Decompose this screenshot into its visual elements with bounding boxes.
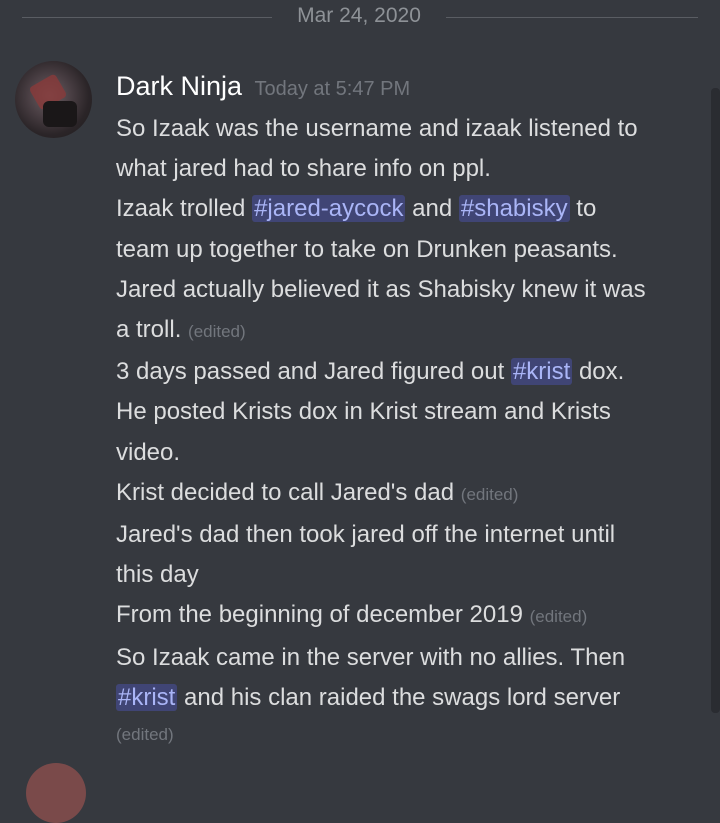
message-line: a troll. (edited) bbox=[116, 316, 246, 344]
message-line: So Izaak was the username and izaak list… bbox=[116, 115, 638, 142]
edited-label: (edited) bbox=[188, 322, 246, 342]
edited-label: (edited) bbox=[460, 484, 519, 504]
message-line: So Izaak came in the server with no alli… bbox=[116, 643, 626, 671]
message-line: #krist and his clan raided the swags lor… bbox=[116, 683, 621, 711]
message-line: video. bbox=[116, 438, 181, 466]
message-line: Jared actually believed it as Shabisky k… bbox=[116, 275, 646, 303]
message-line: team up together to take on Drunken peas… bbox=[116, 235, 618, 263]
scrollbar[interactable] bbox=[711, 88, 720, 713]
message-line: (edited) bbox=[116, 718, 706, 750]
avatar[interactable] bbox=[15, 61, 92, 138]
edited-label: (edited) bbox=[529, 607, 588, 627]
message-timestamp[interactable]: Today at 5:47 PM bbox=[255, 78, 411, 100]
message-line: From the beginning of december 2019 (edi… bbox=[116, 601, 588, 629]
avatar[interactable] bbox=[26, 763, 86, 823]
message-line: Jared's dad then took jared off the inte… bbox=[116, 521, 616, 549]
message-line: Izaak trolled #jared-aycock and #shabisk… bbox=[116, 195, 597, 223]
message-line: what jared had to share info on ppl. bbox=[116, 155, 491, 183]
channel-mention-krist[interactable]: #krist bbox=[116, 683, 178, 711]
message-line: this day bbox=[116, 561, 199, 589]
message-line: He posted Krists dox in Krist stream and… bbox=[116, 398, 611, 426]
date-divider-label: Mar 24, 2020 bbox=[297, 4, 421, 27]
message-content: So Izaak was the username and izaak list… bbox=[116, 109, 706, 750]
message-line: Krist decided to call Jared's dad (edite… bbox=[116, 478, 519, 506]
edited-label: (edited) bbox=[116, 725, 174, 745]
divider-line-right bbox=[446, 17, 698, 18]
channel-mention-jared-aycock[interactable]: #jared-aycock bbox=[252, 195, 406, 223]
message-header: Dark Ninja Today at 5:47 PM bbox=[116, 68, 410, 104]
channel-mention-shabisky[interactable]: #shabisky bbox=[458, 195, 570, 223]
message-line: 3 days passed and Jared figured out #kri… bbox=[116, 358, 625, 386]
channel-mention-krist[interactable]: #krist bbox=[510, 358, 573, 386]
date-divider: Mar 24, 2020 bbox=[0, 3, 720, 29]
username[interactable]: Dark Ninja bbox=[116, 71, 242, 101]
divider-line-left bbox=[22, 17, 272, 18]
